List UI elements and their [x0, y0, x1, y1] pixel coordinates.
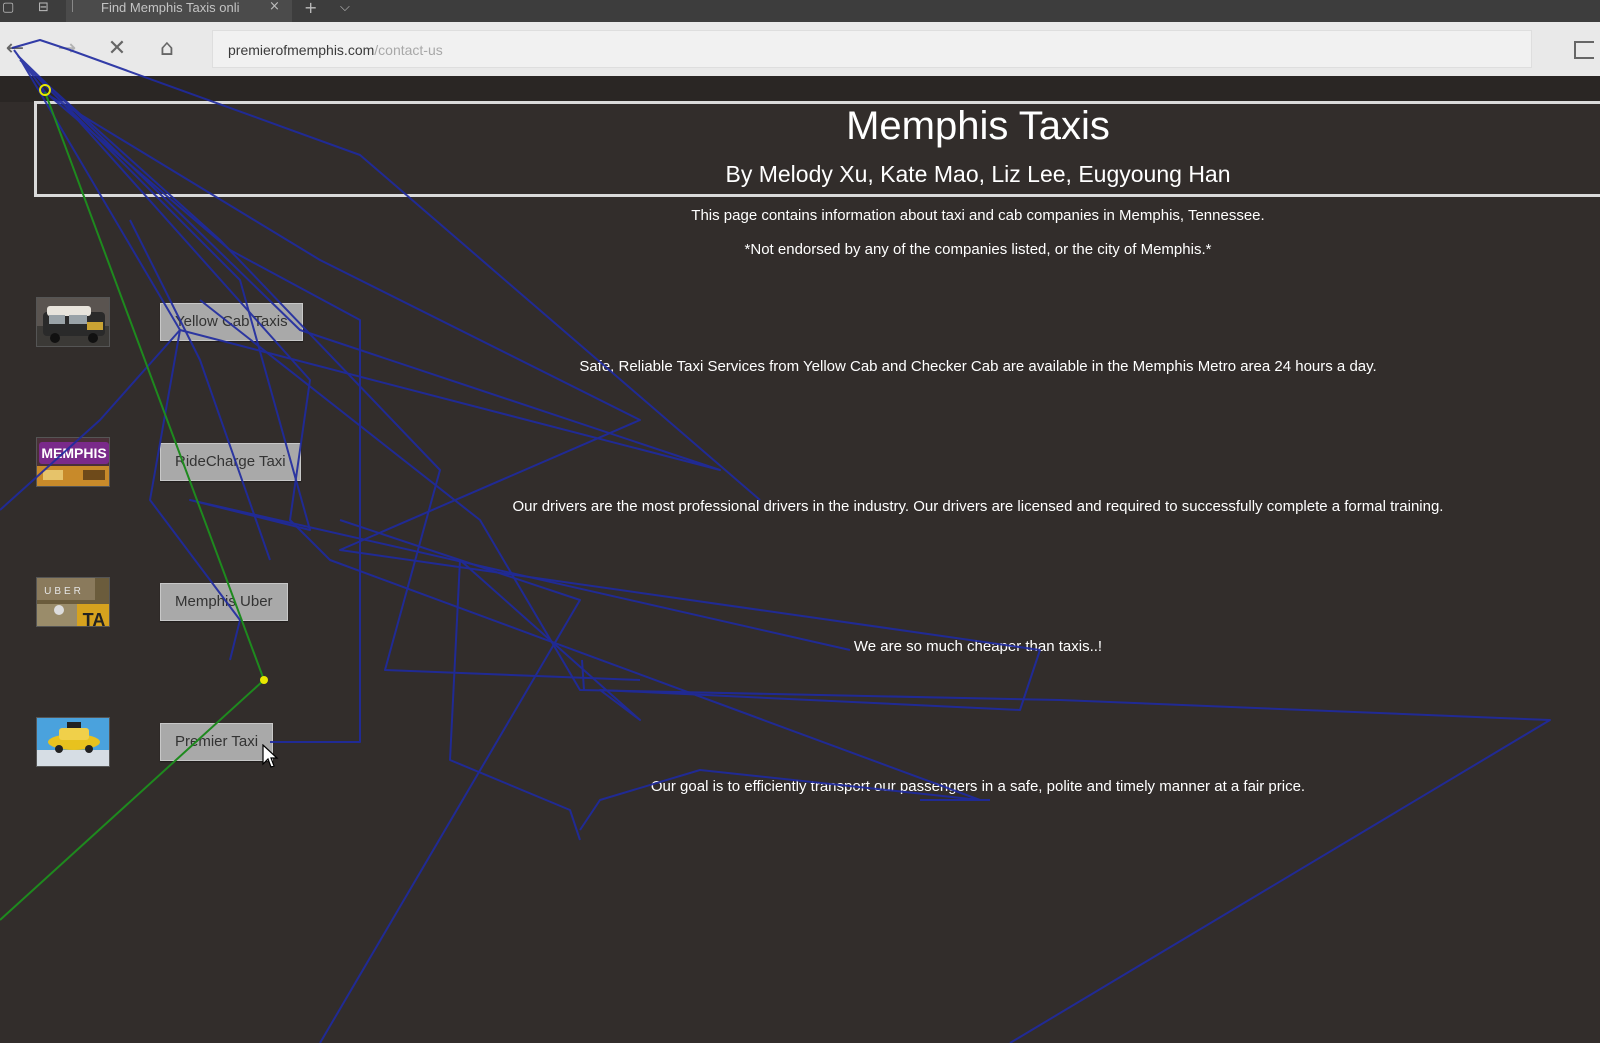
premier-taxi-button[interactable]: Premier Taxi: [160, 723, 274, 761]
browser-tab-bar: ▢ ⊟ Find Memphis Taxis onli × + ⌵: [0, 0, 1600, 22]
page-authors: By Melody Xu, Kate Mao, Liz Lee, Eugyoun…: [725, 161, 1231, 187]
page-title: Memphis Taxis: [846, 104, 1110, 148]
uber-sign-text: UBER: [44, 586, 84, 597]
browser-address-bar: ← → ✕ ⌂ premierofmemphis.com/contact-us: [0, 22, 1600, 76]
new-tab-icon[interactable]: +: [304, 0, 317, 16]
ridecharge-description: Our drivers are the most professional dr…: [512, 498, 1444, 515]
tab-preview-icon[interactable]: ▢: [2, 0, 14, 16]
intro-text: This page contains information about tax…: [691, 207, 1265, 224]
tab-favicon-icon: [72, 0, 82, 12]
yellow-cab-image: [36, 297, 110, 347]
url-host: premierofmemphis.com: [228, 42, 375, 58]
tab-menu-chevron-icon[interactable]: ⌵: [340, 0, 350, 16]
memphis-sign-text: MEMPHIS: [41, 445, 106, 461]
url-text: premierofmemphis.com/contact-us: [228, 42, 443, 58]
disclaimer-text: *Not endorsed by any of the companies li…: [744, 241, 1212, 258]
tab-title: Find Memphis Taxis onli: [101, 0, 240, 15]
uber-taxi-image: UBER TA: [36, 577, 110, 627]
url-path: /contact-us: [374, 42, 443, 58]
home-icon[interactable]: ⌂: [154, 36, 180, 62]
yellow-cab-description: Safe, Reliable Taxi Services from Yellow…: [579, 358, 1377, 375]
tab-close-icon[interactable]: ×: [269, 0, 280, 14]
set-aside-tabs-icon[interactable]: ⊟: [38, 0, 49, 16]
back-arrow-icon[interactable]: ←: [2, 36, 28, 62]
browser-tab-active[interactable]: Find Memphis Taxis onli ×: [66, 0, 292, 22]
ridecharge-taxi-button[interactable]: RideCharge Taxi: [160, 443, 301, 481]
yellow-cab-taxis-button[interactable]: Yellow Cab Taxis: [160, 303, 303, 341]
reading-view-icon[interactable]: [1574, 41, 1594, 59]
page-top-strip: [0, 76, 1600, 102]
trace-fixation-dot: [260, 676, 268, 684]
premier-description: Our goal is to efficiently transport our…: [650, 778, 1306, 795]
mouse-cursor-icon: [262, 744, 279, 768]
taxi-sign-text: TA: [83, 610, 106, 627]
forward-arrow-icon[interactable]: →: [54, 36, 80, 62]
uber-description: We are so much cheaper than taxis..!: [853, 638, 1103, 655]
premier-taxi-image: [36, 717, 110, 767]
stop-loading-icon[interactable]: ✕: [104, 36, 130, 62]
memphis-uber-button[interactable]: Memphis Uber: [160, 583, 288, 621]
url-field[interactable]: premierofmemphis.com/contact-us: [212, 30, 1532, 68]
ridecharge-image: MEMPHIS: [36, 437, 110, 487]
